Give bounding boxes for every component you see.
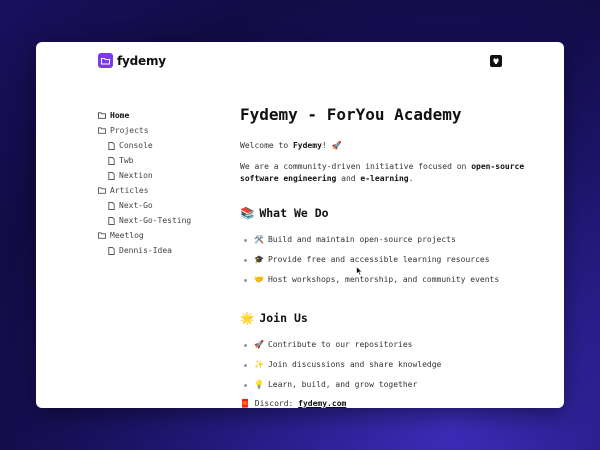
- file-icon: [107, 201, 115, 210]
- sidebar-item-label: Nextion: [119, 171, 153, 180]
- sidebar-item-label: Next-Go: [119, 201, 153, 210]
- discord-icon: 🧧: [240, 399, 250, 408]
- sidebar-item-label: Next-Go-Testing: [119, 216, 192, 225]
- logo-text: fydemy: [117, 53, 166, 68]
- list-item: 💡 Learn, build, and grow together: [240, 375, 540, 395]
- browser-window: fydemy Home Projects Console Twb Nextion: [36, 42, 564, 408]
- bullet-icon: [244, 238, 247, 242]
- tools-icon: 🛠️: [254, 235, 264, 244]
- file-icon: [107, 246, 115, 255]
- handshake-icon: 🤝: [254, 275, 264, 284]
- sidebar-item-console[interactable]: Console: [98, 138, 218, 153]
- discord-label: Discord:: [254, 399, 299, 408]
- sidebar-item-label: Twb: [119, 156, 134, 165]
- welcome-text: Welcome to Fydemy! 🚀: [240, 141, 342, 150]
- folder-icon: [98, 127, 106, 135]
- mouse-cursor-icon: [356, 261, 363, 280]
- section-title: Join Us: [259, 311, 308, 325]
- intro-text: We are a community-driven initiative foc…: [240, 162, 525, 183]
- rocket-icon: 🚀: [254, 340, 264, 349]
- join-us-list: 🚀 Contribute to our repositories ✨ Join di…: [240, 335, 540, 395]
- section-title: What We Do: [259, 206, 329, 220]
- books-icon: 📚: [240, 206, 255, 220]
- graduation-cap-icon: 🎓: [254, 255, 264, 264]
- sidebar-item-next-go-testing[interactable]: Next-Go-Testing: [98, 213, 218, 228]
- sidebar-item-articles[interactable]: Articles: [98, 183, 218, 198]
- list-item: 🤝 Host workshops, mentorship, and communi…: [240, 270, 540, 290]
- sidebar-item-label: Meetlog: [110, 231, 144, 240]
- bullet-icon: [244, 278, 247, 282]
- sparkles-icon: ✨: [254, 360, 264, 369]
- sidebar-item-label: Articles: [110, 186, 149, 195]
- star-icon: 🌟: [240, 311, 255, 325]
- sidebar-item-twb[interactable]: Twb: [98, 153, 218, 168]
- site-header: fydemy: [36, 42, 564, 82]
- folder-icon: [98, 232, 106, 240]
- sidebar-item-nextion[interactable]: Nextion: [98, 168, 218, 183]
- file-icon: [107, 171, 115, 180]
- page-title: Fydemy - ForYou Academy: [240, 105, 462, 124]
- sidebar-item-label: Console: [119, 141, 153, 150]
- github-icon[interactable]: [490, 55, 502, 67]
- list-item: 🎓 Provide free and accessible learning re…: [240, 250, 540, 270]
- sidebar-item-label: Home: [110, 111, 130, 120]
- what-we-do-list: 🛠️ Build and maintain open-source project…: [240, 230, 540, 290]
- site-logo[interactable]: fydemy: [98, 53, 166, 68]
- folder-icon: [98, 112, 106, 120]
- list-item: 🛠️ Build and maintain open-source project…: [240, 230, 540, 250]
- sidebar-nav: Home Projects Console Twb Nextion Articl…: [98, 108, 218, 258]
- list-item: ✨ Join discussions and share knowledge: [240, 355, 540, 375]
- list-item: 🚀 Contribute to our repositories: [240, 335, 540, 355]
- bullet-icon: [244, 383, 247, 387]
- file-icon: [107, 156, 115, 165]
- discord-line: 🧧 Discord: fydemy.com: [240, 398, 540, 408]
- discord-link[interactable]: fydemy.com: [298, 399, 346, 408]
- folder-logo-icon: [98, 53, 113, 68]
- file-icon: [107, 141, 115, 150]
- bullet-icon: [244, 343, 247, 347]
- main-content: Fydemy - ForYou Academy Welcome to Fydem…: [240, 104, 540, 408]
- file-icon: [107, 216, 115, 225]
- section-heading-join-us: 🌟 Join Us: [240, 310, 540, 326]
- bullet-icon: [244, 363, 247, 367]
- bullet-icon: [244, 258, 247, 262]
- sidebar-item-projects[interactable]: Projects: [98, 123, 218, 138]
- folder-icon: [98, 187, 106, 195]
- sidebar-item-label: Projects: [110, 126, 149, 135]
- sidebar-item-label: Dennis-Idea: [119, 246, 172, 255]
- sidebar-item-home[interactable]: Home: [98, 108, 218, 123]
- sidebar-item-dennis-idea[interactable]: Dennis-Idea: [98, 243, 218, 258]
- section-heading-what-we-do: 📚 What We Do: [240, 205, 540, 221]
- sidebar-item-meetlog[interactable]: Meetlog: [98, 228, 218, 243]
- lightbulb-icon: 💡: [254, 380, 264, 389]
- sidebar-item-next-go[interactable]: Next-Go: [98, 198, 218, 213]
